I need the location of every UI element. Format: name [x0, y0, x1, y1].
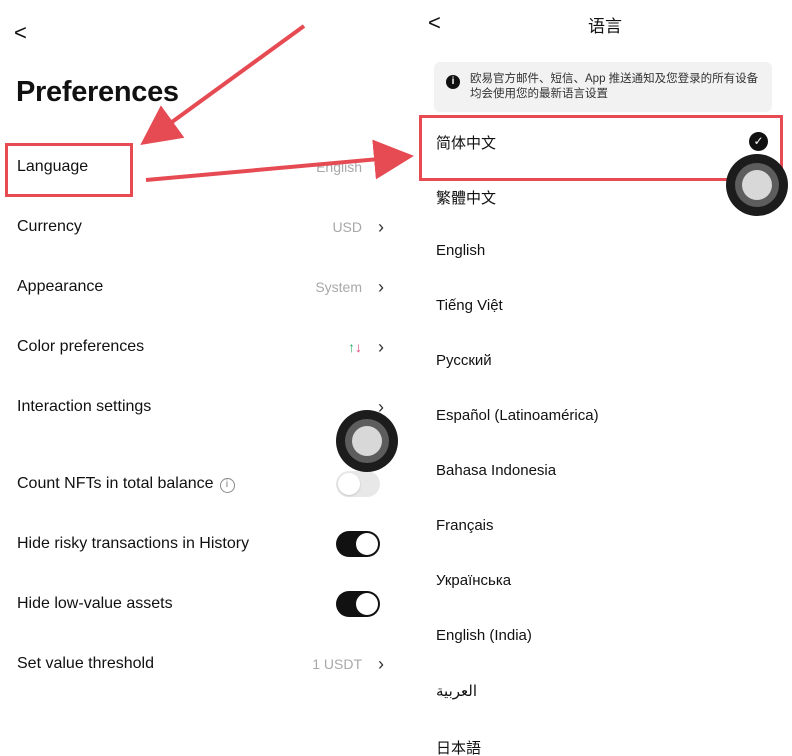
threshold-value: 1 USDT [312, 656, 362, 672]
language-option-ukrainian[interactable]: Українська [436, 572, 511, 589]
language-panel: < 语言 i 欧易官方邮件、短信、App 推送通知及您登录的所有设备均会使用您的… [418, 0, 792, 756]
language-option-french[interactable]: Français [436, 517, 494, 534]
toggle-knob [338, 473, 360, 495]
row-label-text: Count NFTs in total balance [17, 475, 214, 492]
preferences-panel: < Preferences Language English › Currenc… [0, 0, 404, 756]
appearance-value: System [315, 279, 362, 295]
language-option-vietnamese[interactable]: Tiếng Việt [436, 297, 503, 314]
count-nfts-toggle[interactable] [336, 471, 380, 497]
language-option-spanish[interactable]: Español (Latinoamérica) [436, 407, 599, 424]
row-appearance[interactable]: Appearance System › [0, 269, 404, 305]
chevron-right-icon: › [378, 157, 384, 177]
row-label: Interaction settings [17, 398, 152, 415]
language-option-japanese[interactable]: 日本語 [436, 737, 481, 756]
toggle-knob [356, 593, 378, 615]
currency-value: USD [332, 219, 362, 235]
row-label: Count NFTs in total balance i [17, 475, 235, 493]
touch-indicator-icon [726, 154, 788, 216]
hide-low-value-toggle[interactable] [336, 591, 380, 617]
language-option-zh-hant[interactable]: 繁體中文 [436, 187, 496, 208]
row-label: Color preferences [17, 338, 145, 355]
language-highlight-box [5, 143, 133, 197]
info-icon: i [446, 75, 460, 89]
chevron-right-icon: › [378, 277, 384, 297]
back-chevron-icon[interactable]: < [14, 22, 27, 44]
row-label: Hide risky transactions in History [17, 535, 250, 552]
toggle-knob [356, 533, 378, 555]
row-value-threshold[interactable]: Set value threshold 1 USDT › [0, 646, 404, 682]
chevron-right-icon: › [378, 217, 384, 237]
row-color-preferences[interactable]: Color preferences ↑↓ › [0, 329, 404, 365]
up-down-arrows-icon: ↑↓ [348, 339, 362, 355]
page-title: Preferences [16, 76, 179, 108]
row-hide-low-value: Hide low-value assets [0, 586, 404, 622]
page-title: 语言 [588, 17, 622, 36]
row-label: Set value threshold [17, 655, 154, 672]
touch-indicator-icon [336, 410, 398, 472]
info-icon[interactable]: i [219, 478, 235, 493]
notice-text: 欧易官方邮件、短信、App 推送通知及您登录的所有设备均会使用您的最新语言设置 [470, 73, 759, 100]
row-label: Currency [17, 218, 82, 235]
language-option-english-india[interactable]: English (India) [436, 627, 532, 644]
chevron-right-icon: › [378, 654, 384, 674]
row-currency[interactable]: Currency USD › [0, 209, 404, 245]
row-hide-risky: Hide risky transactions in History [0, 526, 404, 562]
hide-risky-toggle[interactable] [336, 531, 380, 557]
row-count-nfts: Count NFTs in total balance i [0, 466, 404, 502]
language-value: English [316, 159, 362, 175]
language-option-english[interactable]: English [436, 242, 485, 259]
language-option-indonesian[interactable]: Bahasa Indonesia [436, 462, 556, 479]
up-arrow-icon: ↑ [348, 339, 355, 355]
chevron-right-icon: › [378, 337, 384, 357]
language-notice: i 欧易官方邮件、短信、App 推送通知及您登录的所有设备均会使用您的最新语言设… [434, 62, 772, 112]
language-option-russian[interactable]: Русский [436, 352, 492, 369]
row-label: Hide low-value assets [17, 595, 173, 612]
down-arrow-icon: ↓ [355, 339, 362, 355]
row-label: Appearance [17, 278, 104, 295]
language-option-arabic[interactable]: العربية [436, 682, 477, 700]
